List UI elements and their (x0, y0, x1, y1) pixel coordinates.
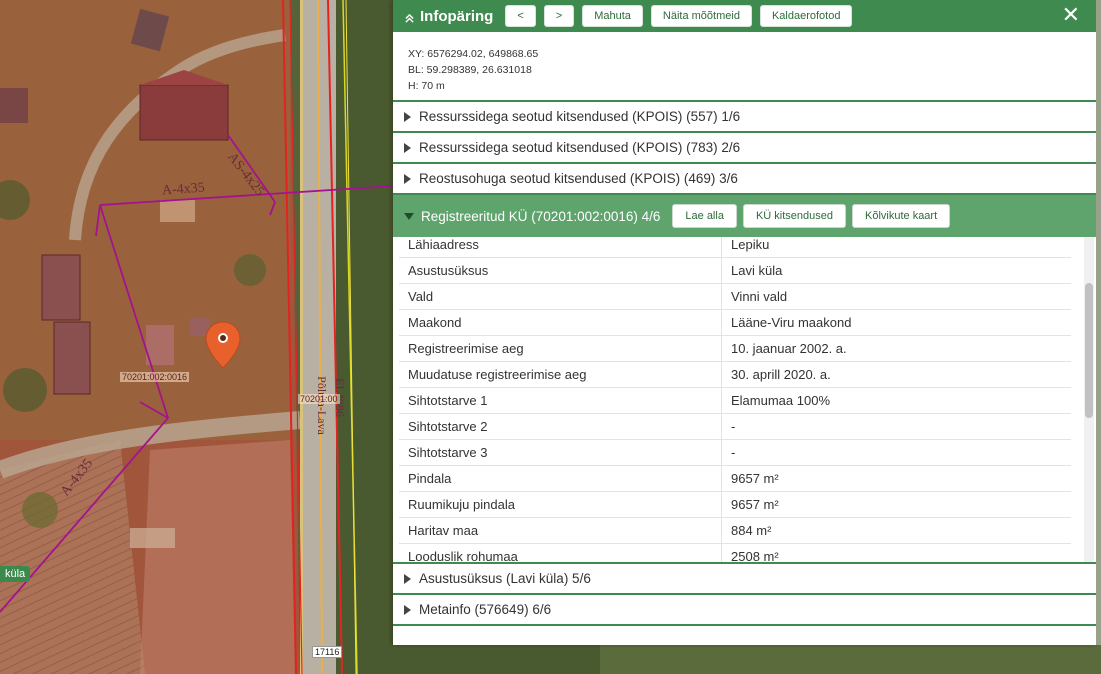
parcel-id-label-right: 70201:00 (298, 394, 340, 404)
table-row: Registreerimise aeg 10. jaanuar 2002. a. (399, 335, 1071, 362)
attribute-key: Sihtotstarve 3 (399, 439, 722, 466)
info-panel: Infopäring < > Mahuta Näita mõõtmeid Kal… (393, 0, 1096, 645)
village-label-chip[interactable]: küla (0, 566, 31, 582)
section-kpois-783[interactable]: Ressurssidega seotud kitsendused (KPOIS)… (393, 133, 1096, 164)
coordinates-block: XY: 6576294.02, 649868.65 BL: 59.298389,… (393, 32, 1096, 102)
attribute-key: Ruumikuju pindala (399, 491, 722, 518)
table-row: Muudatuse registreerimise aeg 30. aprill … (399, 361, 1071, 388)
next-button[interactable]: > (543, 5, 575, 27)
attribute-key: Registreerimise aeg (399, 335, 722, 362)
attribute-key: Maakond (399, 309, 722, 336)
section-label: Ressurssidega seotud kitsendused (KPOIS)… (419, 140, 741, 155)
parcel-restrictions-button[interactable]: KÜ kitsendused (742, 204, 846, 228)
attribute-value: Lavi küla (721, 257, 1071, 284)
expand-triangle-icon (404, 142, 411, 153)
attribute-key: Looduslik rohumaa (399, 543, 722, 562)
attribute-value: Lääne-Viru maakond (721, 309, 1071, 336)
attribute-key: Vald (399, 283, 722, 310)
bl-coordinates: BL: 59.298389, 26.631018 (408, 64, 532, 76)
landuse-map-button[interactable]: Kõlvikute kaart (852, 204, 951, 228)
road-km-marker: 17116 (312, 646, 343, 658)
attribute-value: 2508 m² (721, 543, 1071, 562)
section-kpois-469[interactable]: Reostusohuga seotud kitsendused (KPOIS) … (393, 164, 1096, 195)
attribute-value: 9657 m² (721, 465, 1071, 492)
road-name-label: Põlula-Lava (314, 376, 329, 435)
section-settlement[interactable]: Asustusüksus (Lavi küla) 5/6 (393, 564, 1096, 595)
attribute-value: - (721, 439, 1071, 466)
table-row: Sihtotstarve 2- (399, 413, 1071, 440)
attribute-value: - (721, 413, 1071, 440)
section-label: Metainfo (576649) 6/6 (419, 602, 552, 617)
attribute-value: Vinni vald (721, 283, 1071, 310)
panel-edge (1096, 0, 1101, 645)
scrollbar-thumb[interactable] (1085, 283, 1093, 418)
section-registered-parcel[interactable]: Registreeritud KÜ (70201:002:0016) 4/6 L… (393, 195, 1096, 237)
prev-button[interactable]: < (505, 5, 536, 27)
location-pin-icon[interactable] (205, 321, 241, 369)
attribute-key: Muudatuse registreerimise aeg (399, 361, 722, 388)
attribute-value: 30. aprill 2020. a. (721, 361, 1071, 388)
attribute-value: Elamumaa 100% (721, 387, 1071, 414)
table-row: Asustusüksus Lavi küla (399, 257, 1071, 284)
panel-title[interactable]: Infopäring (405, 8, 493, 25)
collapse-chevron-icon[interactable] (405, 13, 414, 23)
table-row: Sihtotstarve 1 Elamumaa 100% (399, 387, 1071, 414)
panel-title-text: Infopäring (420, 7, 494, 25)
mahuta-button[interactable]: Mahuta (582, 5, 643, 27)
section-label: Reostusohuga seotud kitsendused (KPOIS) … (419, 171, 738, 186)
table-row: Vald Vinni vald (399, 283, 1071, 310)
section-metainfo[interactable]: Metainfo (576649) 6/6 (393, 595, 1096, 626)
parcel-attributes-table[interactable]: Lähiaadress Lepiku Asustusüksus Lavi küla Va… (393, 237, 1096, 564)
table-row: Haritav maa 884 m² (399, 517, 1071, 544)
table-row: Sihtotstarve 3- (399, 439, 1071, 466)
section-label: Registreeritud KÜ (70201:002:0016) 4/6 (421, 208, 661, 224)
section-label: Asustusüksus (Lavi küla) 5/6 (419, 571, 591, 586)
xy-coordinates: XY: 6576294.02, 649868.65 (408, 48, 539, 60)
height-value: H: 70 m (408, 80, 445, 92)
attribute-value: 884 m² (721, 517, 1071, 544)
attribute-key: Lähiaadress (399, 237, 722, 258)
expand-triangle-icon (404, 173, 411, 184)
powerline-label-a4x35-upper: A-4x35 (161, 180, 206, 199)
attribute-key: Asustusüksus (399, 257, 722, 284)
attribute-key: Sihtotstarve 1 (399, 387, 722, 414)
expand-triangle-icon (404, 111, 411, 122)
table-row: Maakond Lääne-Viru maakond (399, 309, 1071, 336)
attribute-value: Lepiku (721, 237, 1071, 258)
expand-triangle-icon (404, 573, 411, 584)
parcel-id-label: 70201:002:0016 (120, 372, 190, 382)
table-row: Looduslik rohumaa 2508 m² (399, 543, 1071, 562)
collapse-triangle-icon (404, 212, 414, 220)
scrollbar[interactable] (1084, 237, 1094, 562)
expand-triangle-icon (404, 604, 411, 615)
show-measurements-button[interactable]: Näita mõõtmeid (650, 5, 752, 27)
close-icon[interactable]: ✕ (1062, 4, 1080, 26)
section-kpois-557[interactable]: Ressurssidega seotud kitsendused (KPOIS)… (393, 102, 1096, 133)
table-row: Ruumikuju pindala 9657 m² (399, 491, 1071, 518)
table-row: Lähiaadress Lepiku (399, 237, 1071, 258)
attribute-key: Sihtotstarve 2 (399, 413, 722, 440)
attribute-key: Pindala (399, 465, 722, 492)
panel-header: Infopäring < > Mahuta Näita mõõtmeid Kal… (393, 0, 1096, 32)
attribute-value: 9657 m² (721, 491, 1071, 518)
download-button[interactable]: Lae alla (672, 204, 737, 228)
oblique-photos-button[interactable]: Kaldaerofotod (759, 5, 853, 27)
attribute-value: 10. jaanuar 2002. a. (721, 335, 1071, 362)
section-label: Ressurssidega seotud kitsendused (KPOIS)… (419, 109, 741, 124)
attribute-key: Haritav maa (399, 517, 722, 544)
table-row: Pindala 9657 m² (399, 465, 1071, 492)
